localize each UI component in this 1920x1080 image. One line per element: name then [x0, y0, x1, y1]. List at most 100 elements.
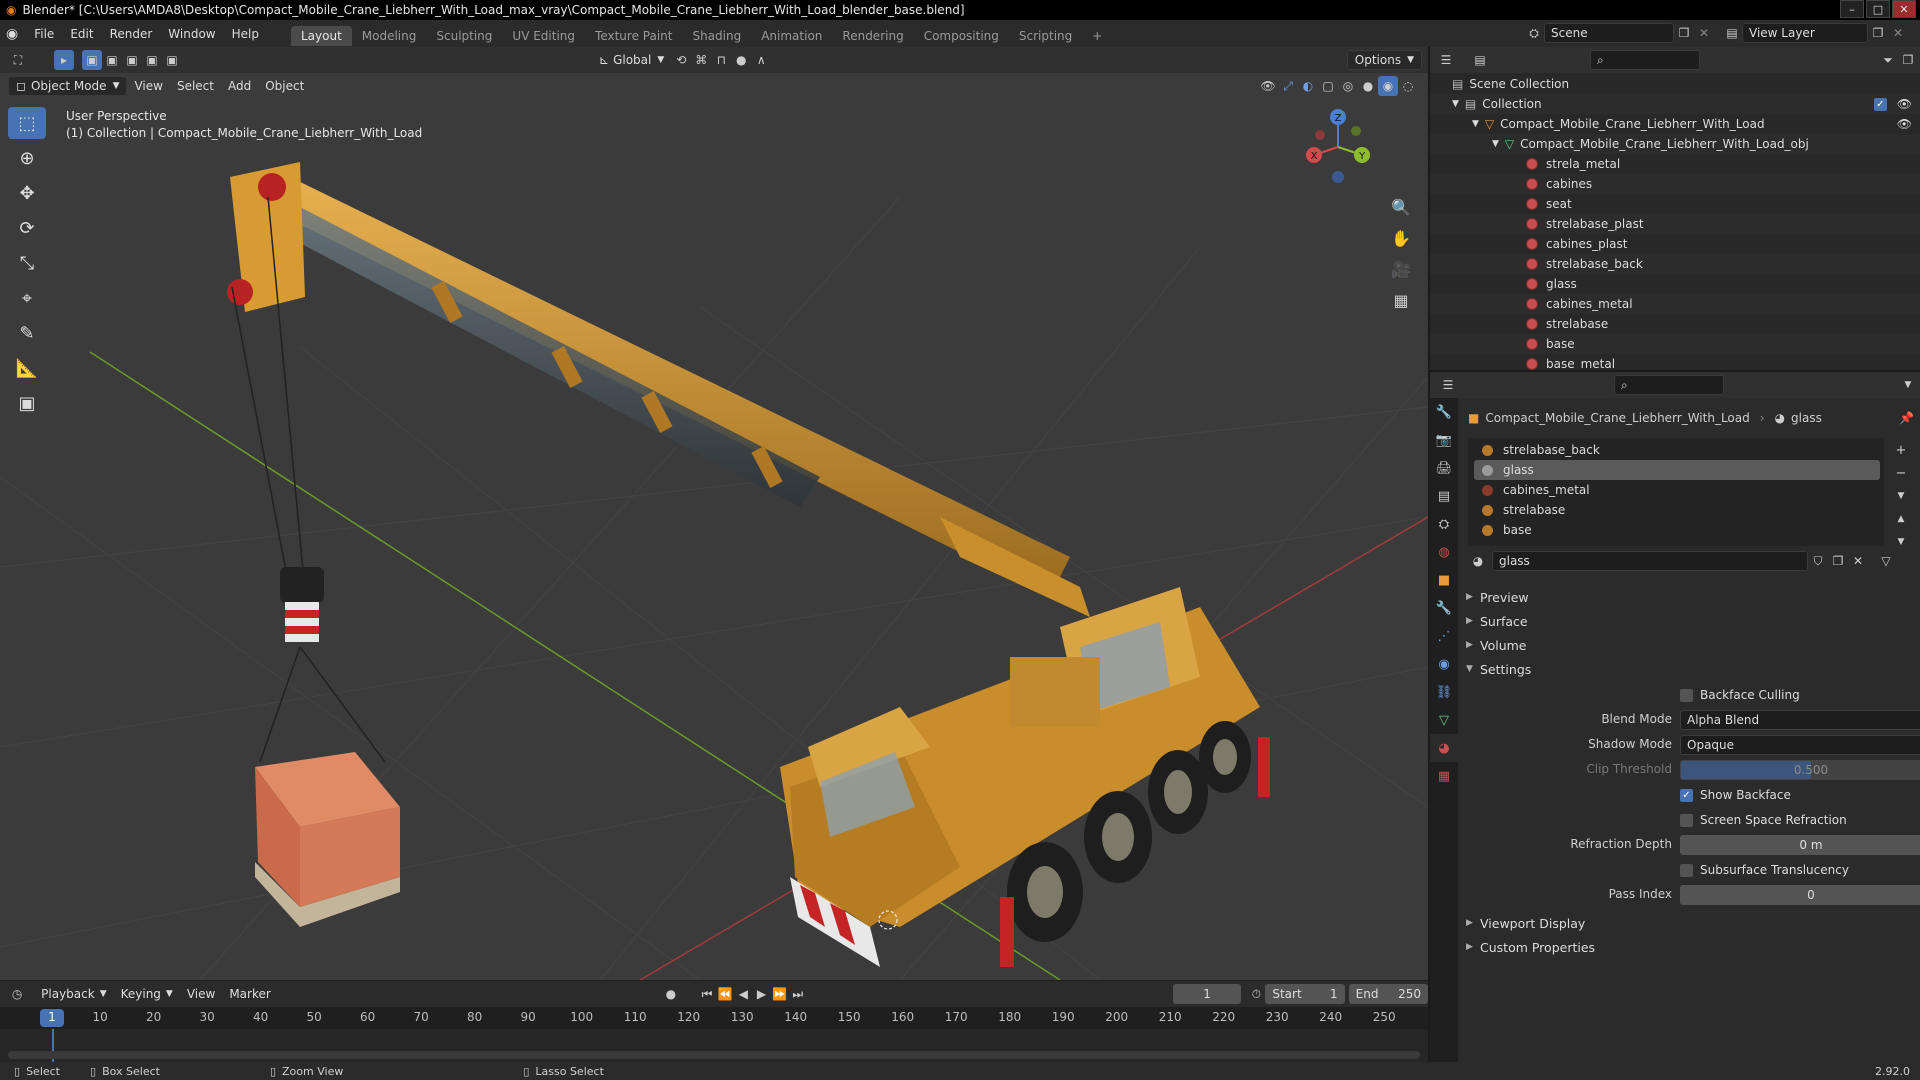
view-layer-tab-icon[interactable]: ▤ — [1430, 482, 1458, 510]
material-name-field[interactable]: glass — [1492, 551, 1808, 571]
move-tool-icon[interactable]: ✥ — [8, 177, 46, 209]
tab-layout[interactable]: Layout — [290, 26, 352, 46]
pin-icon[interactable]: 📌 — [1899, 411, 1914, 425]
subsurface-translucency-checkbox[interactable]: Subsurface Translucency — [1680, 863, 1849, 877]
tab-sculpting[interactable]: Sculpting — [426, 26, 502, 46]
outliner-material-row[interactable]: strelabase_plast — [1430, 214, 1920, 234]
duplicate-material-icon[interactable]: ❐ — [1828, 551, 1848, 571]
pan-hand-icon[interactable]: ✋ — [1386, 224, 1416, 252]
camera-view-icon[interactable]: 🎥 — [1386, 255, 1416, 283]
tool-tab-icon[interactable]: 🔧 — [1430, 398, 1458, 426]
viewport-display-panel-header[interactable]: ▶ Viewport Display — [1466, 912, 1914, 934]
refraction-depth-field[interactable]: 0 m — [1680, 835, 1920, 855]
options-chevron-icon[interactable]: ▼ — [1898, 375, 1918, 395]
minimize-button[interactable]: – — [1840, 0, 1864, 18]
add-slot-icon[interactable]: + — [1890, 440, 1912, 460]
remove-slot-icon[interactable]: − — [1890, 463, 1912, 483]
rotate-tool-icon[interactable]: ⟳ — [8, 212, 46, 244]
solid-shading-icon[interactable]: ● — [1358, 76, 1378, 96]
menu-file[interactable]: File — [26, 27, 62, 41]
end-frame-field[interactable]: End 250 — [1348, 984, 1428, 1004]
select-mode-new-icon[interactable]: ▣ — [82, 50, 102, 70]
outliner-material-row[interactable]: glass — [1430, 274, 1920, 294]
tab-animation[interactable]: Animation — [751, 26, 832, 46]
measure-tool-icon[interactable]: 📐 — [8, 352, 46, 384]
wireframe-shading-icon[interactable]: ◎ — [1338, 76, 1358, 96]
transform-orientation-dropdown[interactable]: ⊾ Global ▼ — [592, 50, 671, 70]
crane-vehicle[interactable] — [780, 587, 1270, 967]
outliner-material-row[interactable]: seat — [1430, 194, 1920, 214]
scene-icon[interactable]: ⛭ — [1524, 23, 1544, 43]
eye-icon[interactable]: 👁 — [1897, 97, 1912, 111]
visibility-icon[interactable]: 👁 — [1258, 76, 1278, 96]
tab-scripting[interactable]: Scripting — [1009, 26, 1082, 46]
properties-search-input[interactable]: ⌕ — [1614, 375, 1724, 395]
clip-threshold-slider[interactable]: 0.500 — [1680, 760, 1920, 780]
backface-culling-checkbox[interactable]: Backface Culling — [1680, 688, 1800, 702]
tab-texture-paint[interactable]: Texture Paint — [585, 26, 682, 46]
tab-shading[interactable]: Shading — [682, 26, 751, 46]
slot-specials-icon[interactable]: ▼ — [1890, 486, 1912, 506]
outliner-editor-type-icon[interactable]: ☰ — [1436, 50, 1456, 70]
custom-properties-panel-header[interactable]: ▶ Custom Properties — [1466, 936, 1914, 958]
particles-tab-icon[interactable]: ⋰ — [1430, 622, 1458, 650]
modifier-tab-icon[interactable]: 🔧 — [1430, 594, 1458, 622]
options-button[interactable]: Options ▼ — [1346, 50, 1422, 70]
object-tab-icon[interactable]: ■ — [1430, 566, 1458, 594]
add-workspace-icon[interactable]: + — [1082, 26, 1112, 46]
current-frame-field[interactable]: 1 — [1172, 984, 1242, 1004]
new-collection-icon[interactable]: ❐ — [1898, 50, 1918, 70]
overlay-toggle-icon[interactable]: ◐ — [1298, 76, 1318, 96]
xray-icon[interactable]: ▢ — [1318, 76, 1338, 96]
stopwatch-icon[interactable]: ⏱ — [1247, 984, 1265, 1004]
timeline-ruler[interactable]: 1 10 20 30 40 50 60 70 80 90 100 110 120 130 140 150 160… — [0, 1007, 1428, 1029]
material-slot-item[interactable]: strelabase_back — [1474, 440, 1880, 460]
output-tab-icon[interactable]: 🖨 — [1430, 454, 1458, 482]
next-keyframe-icon[interactable]: ⏩ — [771, 984, 789, 1004]
data-tab-icon[interactable]: ▽ — [1430, 706, 1458, 734]
tab-uv-editing[interactable]: UV Editing — [502, 26, 585, 46]
outliner-material-row[interactable]: strela_metal — [1430, 154, 1920, 174]
marker-menu[interactable]: Marker — [222, 984, 277, 1004]
menu-help[interactable]: Help — [224, 27, 267, 41]
record-keyframe-icon[interactable]: ● — [662, 984, 680, 1004]
timeline-track[interactable] — [0, 1029, 1428, 1063]
world-tab-icon[interactable]: ◍ — [1430, 538, 1458, 566]
select-mode-invert-icon[interactable]: ▣ — [142, 50, 162, 70]
view-layer-field[interactable]: View Layer — [1742, 23, 1868, 43]
prev-keyframe-icon[interactable]: ⏪ — [716, 984, 734, 1004]
expand-arrow-icon[interactable]: ▼ — [1452, 99, 1459, 109]
select-mode-extend-icon[interactable]: ▣ — [102, 50, 122, 70]
timeline-editor-type-icon[interactable]: ◷ — [8, 984, 26, 1004]
annotate-tool-icon[interactable]: ✎ — [8, 317, 46, 349]
falloff-icon[interactable]: ∧ — [751, 50, 771, 70]
eye-icon[interactable]: 👁 — [1897, 117, 1912, 131]
view-layer-icon[interactable]: ▤ — [1722, 23, 1742, 43]
constraints-tab-icon[interactable]: ⛓ — [1430, 678, 1458, 706]
expand-arrow-icon[interactable]: ▼ — [1492, 139, 1499, 149]
cursor-tool-icon[interactable]: ⊕ — [8, 142, 46, 174]
scene-field[interactable]: Scene — [1544, 23, 1674, 43]
menu-select[interactable]: Select — [170, 76, 221, 96]
expand-arrow-icon[interactable]: ▼ — [1472, 119, 1479, 129]
blender-menu-icon[interactable]: ◉ — [6, 26, 18, 42]
menu-window[interactable]: Window — [160, 27, 223, 41]
outliner-material-row[interactable]: cabines_plast — [1430, 234, 1920, 254]
outliner-material-row[interactable]: base — [1430, 334, 1920, 354]
scale-tool-icon[interactable]: ⤡ — [8, 247, 46, 279]
outliner-search-input[interactable]: ⌕ — [1590, 50, 1700, 70]
mode-dropdown[interactable]: ◻ Object Mode ▼ — [8, 76, 128, 96]
delete-scene-icon[interactable]: ✕ — [1694, 23, 1714, 43]
play-icon[interactable]: ▶ — [752, 984, 770, 1004]
volume-panel-header[interactable]: ▶ Volume — [1466, 634, 1914, 656]
keying-menu[interactable]: Keying ▼ — [114, 984, 180, 1004]
move-slot-down-icon[interactable]: ▼ — [1890, 532, 1912, 552]
jump-end-icon[interactable]: ⏭ — [789, 984, 807, 1004]
tab-compositing[interactable]: Compositing — [914, 26, 1009, 46]
outliner-material-row[interactable]: cabines_metal — [1430, 294, 1920, 314]
properties-editor-type-icon[interactable]: ☰ — [1438, 375, 1458, 395]
delete-view-layer-icon[interactable]: ✕ — [1888, 23, 1908, 43]
menu-render[interactable]: Render — [102, 27, 161, 41]
preview-panel-header[interactable]: ▶ Preview — [1466, 586, 1914, 608]
maximize-button[interactable]: □ — [1866, 0, 1890, 18]
